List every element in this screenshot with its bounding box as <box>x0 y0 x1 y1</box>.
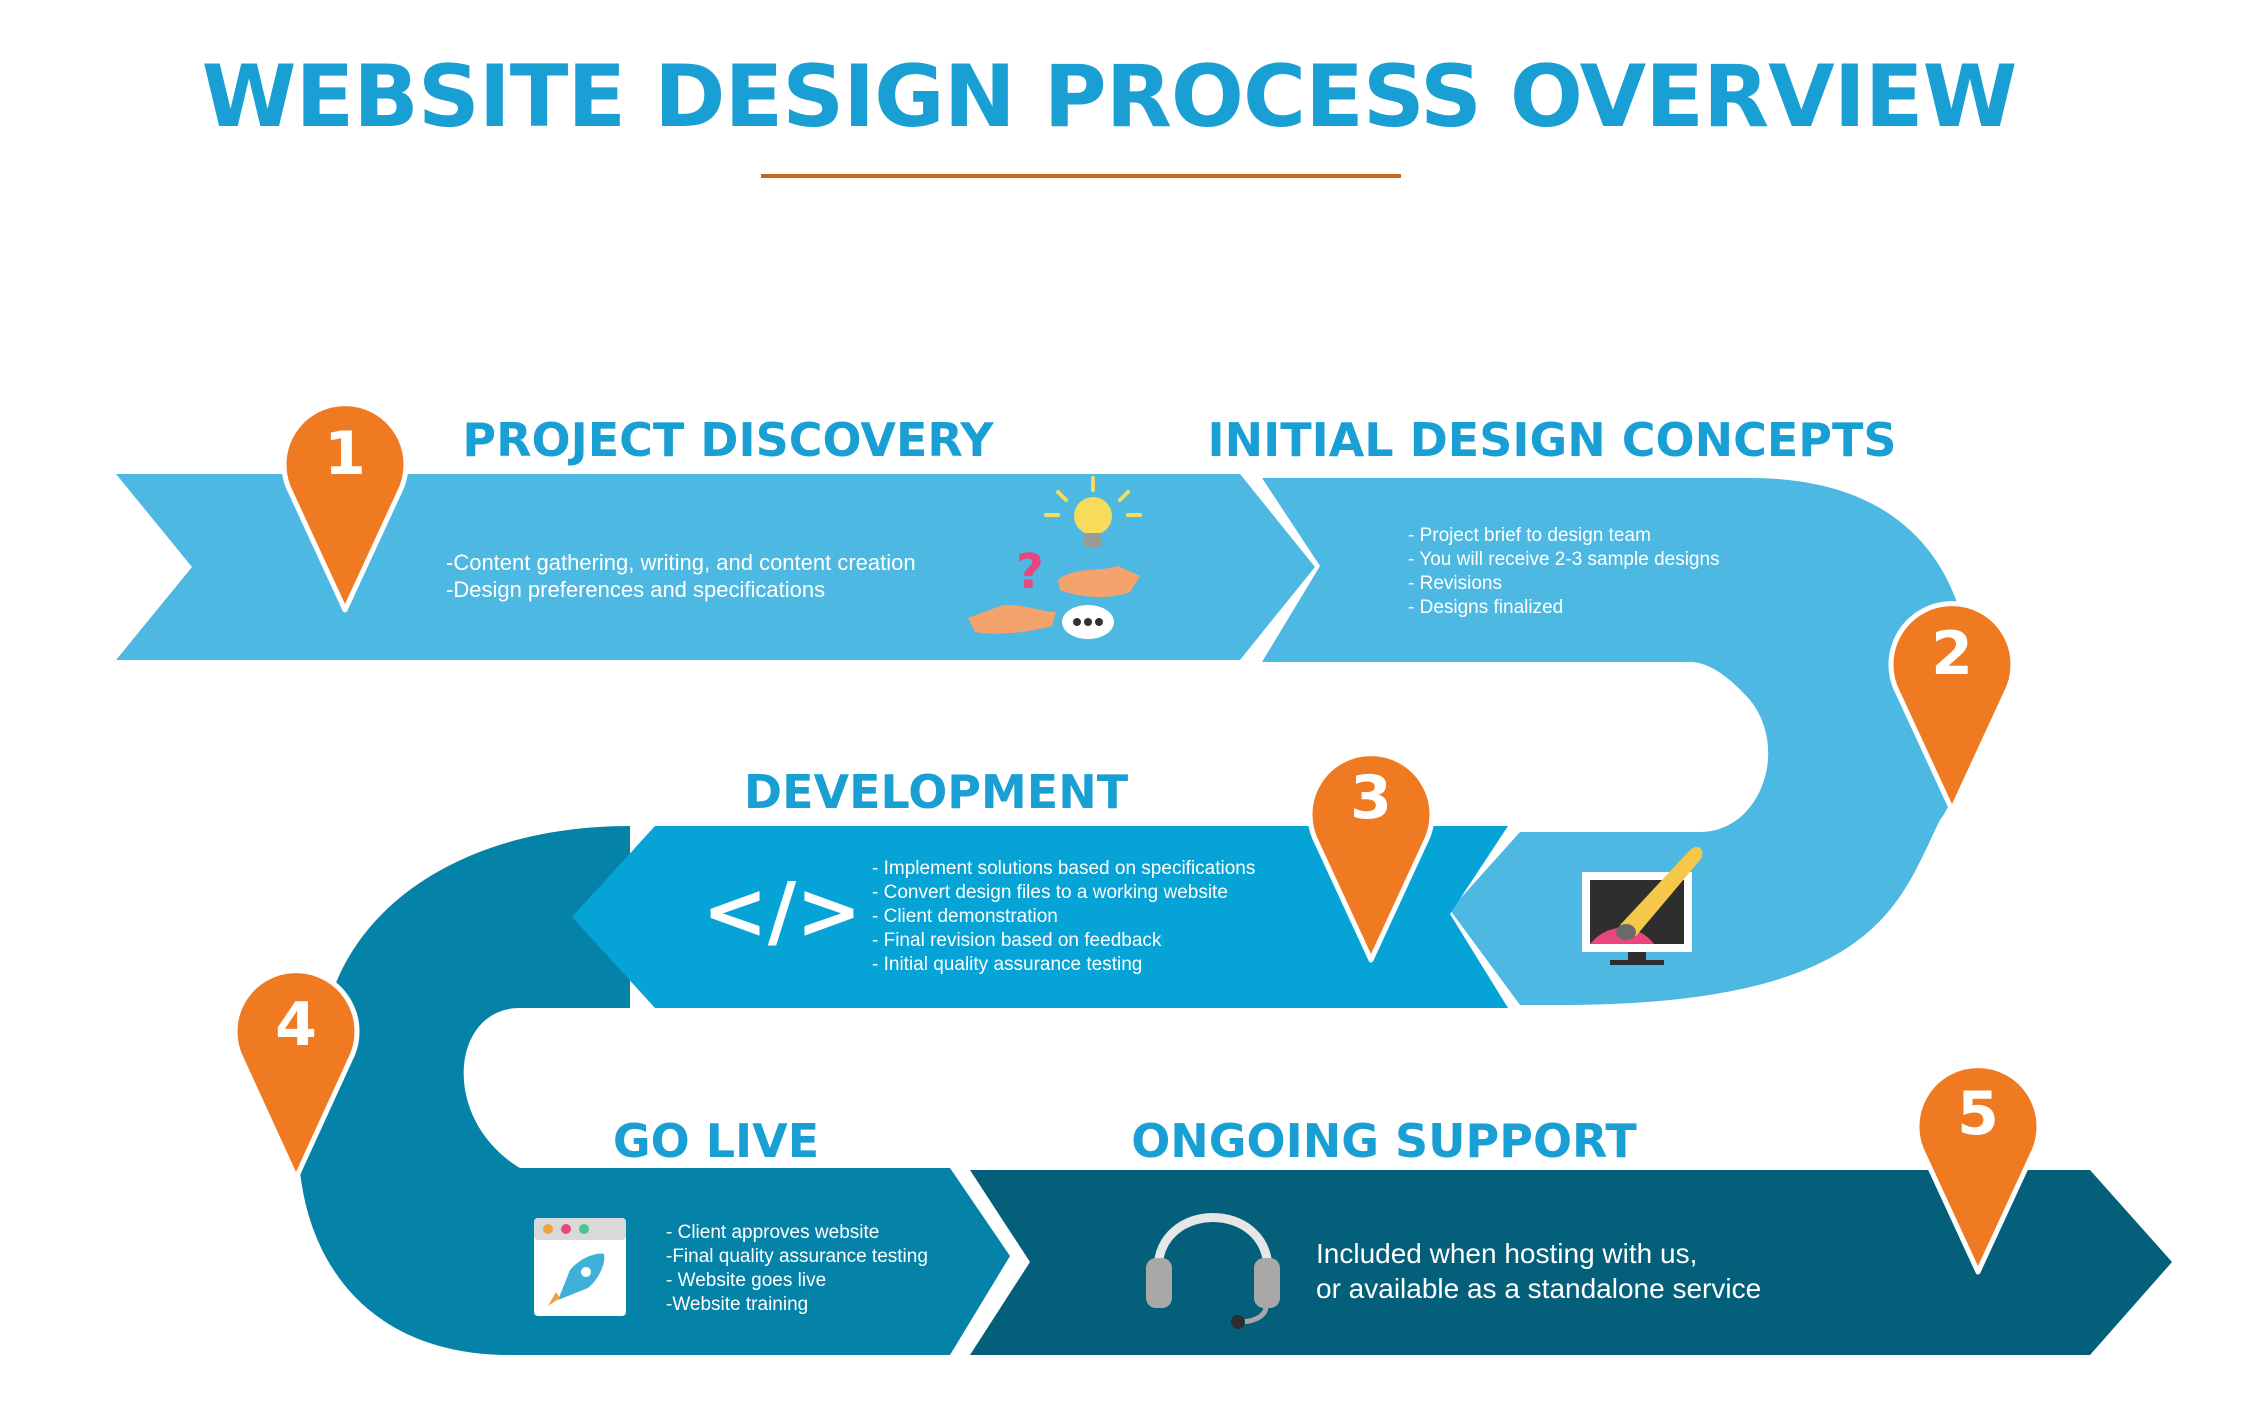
step-3-line: - Initial quality assurance testing <box>872 954 1142 975</box>
step-3-line: - Client demonstration <box>872 906 1058 927</box>
step-5-title: ONGOING SUPPORT <box>1131 1114 1637 1168</box>
step-3-line: - Final revision based on feedback <box>872 930 1162 951</box>
code-icon: </> <box>702 867 861 957</box>
step-2-title: INITIAL DESIGN CONCEPTS <box>1207 413 1896 467</box>
step-2-line: - Project brief to design team <box>1408 525 1651 546</box>
step-4-title: GO LIVE <box>613 1114 819 1168</box>
page-title: WEBSITE DESIGN PROCESS OVERVIEW <box>202 47 2017 147</box>
step-4-line: - Website goes live <box>666 1270 826 1291</box>
step-2-line: - You will receive 2-3 sample designs <box>1408 549 1720 570</box>
step-4-line: - Client approves website <box>666 1222 879 1243</box>
step-3-number: 3 <box>1350 763 1392 833</box>
step-4-number: 4 <box>275 990 317 1060</box>
step-5-line: Included when hosting with us, <box>1316 1238 1697 1269</box>
step-5-line: or available as a standalone service <box>1316 1273 1761 1304</box>
svg-text:?: ? <box>1016 544 1044 600</box>
step-3-line: - Convert design files to a working webs… <box>872 882 1228 903</box>
process-diagram: WEBSITE DESIGN PROCESS OVERVIEW PROJECT … <box>116 47 2172 1355</box>
step-2-number: 2 <box>1931 619 1973 689</box>
step-1-title: PROJECT DISCOVERY <box>462 413 994 467</box>
step-3-line: - Implement solutions based on specifica… <box>872 858 1255 879</box>
step-4-line: -Website training <box>666 1294 808 1315</box>
step-2-line: - Revisions <box>1408 573 1502 594</box>
step-3-title: DEVELOPMENT <box>744 765 1129 819</box>
step-1-line: -Design preferences and specifications <box>446 577 825 602</box>
step-1-number: 1 <box>324 419 366 489</box>
step-1-line: -Content gathering, writing, and content… <box>446 550 916 575</box>
step-4-line: -Final quality assurance testing <box>666 1246 928 1267</box>
step-2-line: - Designs finalized <box>1408 597 1563 618</box>
browser-rocket-icon <box>534 1218 626 1316</box>
title-rule <box>761 174 1401 178</box>
step-5-number: 5 <box>1957 1079 1999 1149</box>
